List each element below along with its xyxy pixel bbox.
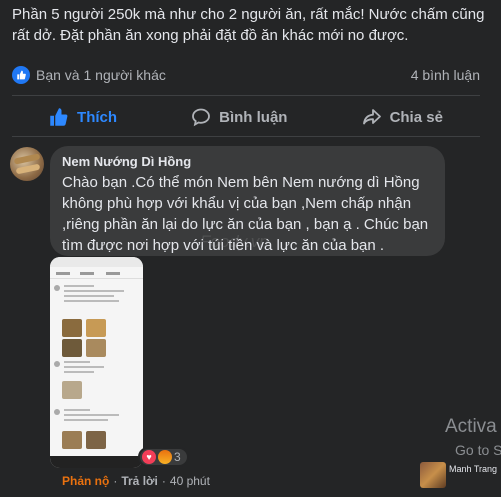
comment-time[interactable]: 40 phút <box>170 474 210 488</box>
share-button[interactable]: Chia sẻ <box>362 107 443 127</box>
like-reaction-icon <box>12 66 30 84</box>
react-angry-button[interactable]: Phản nộ <box>62 474 109 488</box>
post-text: Phần 5 người 250k mà như cho 2 người ăn,… <box>12 6 485 44</box>
comment-meta: Phản nộ · Trả lời · 40 phút <box>62 472 210 490</box>
share-icon <box>362 109 381 125</box>
comments-count[interactable]: 4 bình luận <box>411 67 480 83</box>
comment-reactions[interactable]: ♥ 3 <box>138 447 189 467</box>
angry-reaction-icon <box>158 450 172 464</box>
divider <box>12 95 480 96</box>
reactions-left[interactable]: Bạn và 1 người khác <box>12 66 166 84</box>
corner-user: Manh Trang <box>420 462 497 488</box>
comment-label: Bình luận <box>219 108 288 126</box>
separator: · <box>113 474 118 488</box>
post-actions: Thích Bình luận Chia sẻ <box>12 100 480 134</box>
corner-avatar <box>420 462 446 488</box>
reactions-summary[interactable]: Bạn và 1 người khác 4 bình luận <box>12 64 480 86</box>
reactions-label: Bạn và 1 người khác <box>36 67 166 83</box>
comment-author[interactable]: Nem Nướng Dì Hồng <box>62 153 433 170</box>
commenter-avatar[interactable] <box>10 147 44 181</box>
heart-reaction-icon: ♥ <box>142 450 156 464</box>
center-watermark: Foody.vn <box>200 232 269 251</box>
separator: · <box>161 474 166 488</box>
comment-attachment-image[interactable] <box>50 257 143 468</box>
comment-reaction-count: 3 <box>174 450 181 464</box>
thumbs-up-icon <box>50 108 68 126</box>
share-label: Chia sẻ <box>389 108 443 126</box>
comment-button[interactable]: Bình luận <box>191 107 287 127</box>
divider <box>12 136 480 137</box>
like-button[interactable]: Thích <box>49 107 117 127</box>
activate-windows-title: Activa <box>445 416 497 437</box>
reply-button[interactable]: Trả lời <box>121 474 158 488</box>
like-label: Thích <box>77 108 118 126</box>
comment-icon <box>192 108 211 127</box>
activate-windows-subtitle: Go to S <box>455 442 501 458</box>
corner-user-name: Manh Trang <box>449 464 498 474</box>
